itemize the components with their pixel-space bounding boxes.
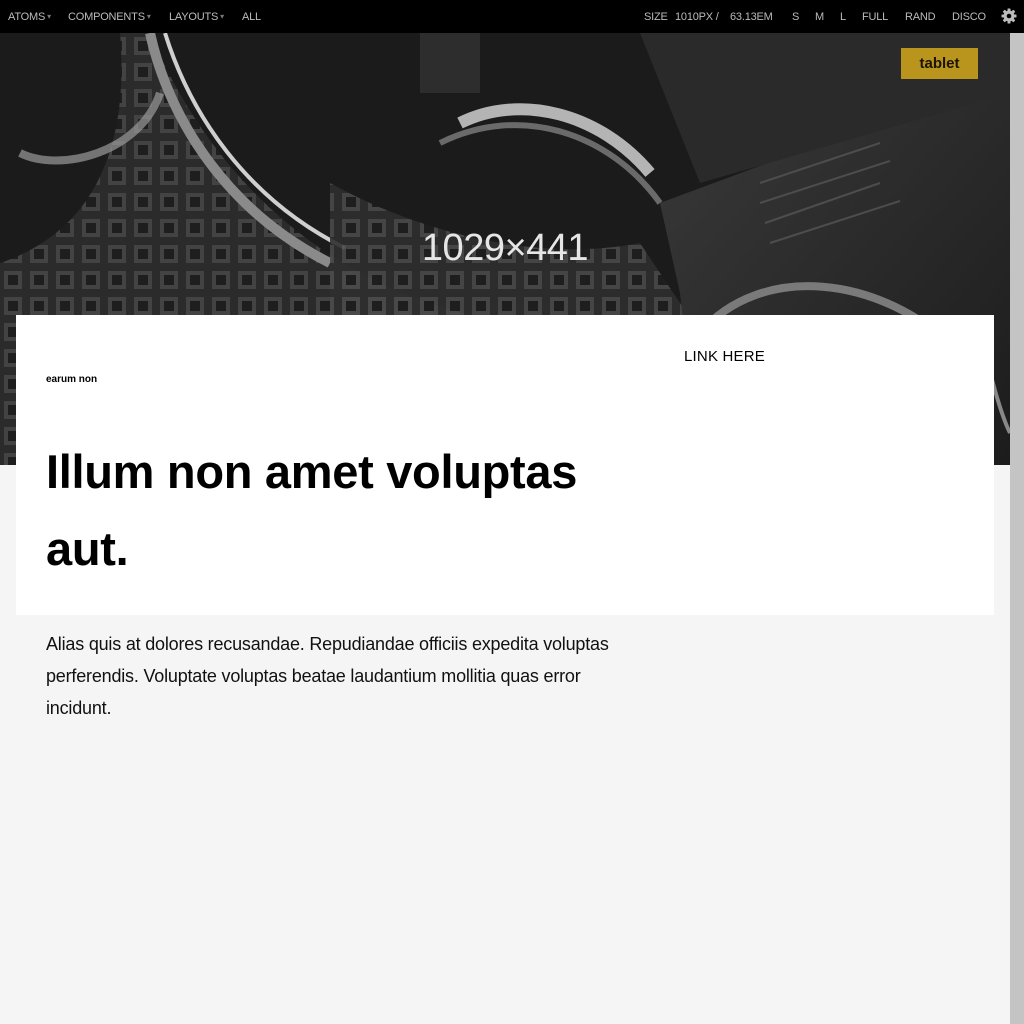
nav-atoms[interactable]: ATOMS ▾ — [8, 11, 51, 23]
nav-all[interactable]: ALL — [242, 11, 261, 23]
size-px-input[interactable]: 1010PX / — [675, 11, 719, 23]
scrollbar[interactable] — [1010, 33, 1024, 1024]
chevron-down-icon: ▾ — [146, 12, 151, 21]
body-line-3: incidunt. — [46, 698, 112, 718]
body-line-2: perferendis. Voluptate voluptas beatae l… — [46, 666, 581, 686]
body-line-1: Alias quis at dolores recusandae. Repudi… — [46, 634, 609, 654]
image-dimensions-label: 1029×441 — [421, 227, 589, 269]
size-label: SIZE — [644, 11, 668, 23]
size-random-button[interactable]: RAND — [905, 11, 936, 23]
nav-layouts[interactable]: LAYOUTS ▾ — [169, 11, 224, 23]
headline-line-2: aut. — [46, 522, 129, 575]
nav-components[interactable]: COMPONENTS ▾ — [68, 11, 151, 23]
link-here[interactable]: LINK HERE — [684, 348, 765, 365]
body-paragraph: Alias quis at dolores recusandae. Repudi… — [46, 628, 656, 724]
chevron-down-icon: ▾ — [47, 12, 51, 21]
size-em-input[interactable]: 63.13EM — [730, 11, 773, 23]
headline-line-1: Illum non amet voluptas — [46, 445, 578, 498]
headline: Illum non amet voluptas aut. — [46, 433, 686, 587]
disco-button[interactable]: DISCO — [952, 11, 986, 23]
gear-icon[interactable] — [1001, 8, 1017, 24]
content-card: LINK HERE earum non Illum non amet volup… — [16, 315, 994, 615]
chevron-down-icon: ▾ — [220, 12, 224, 21]
top-toolbar: ATOMS ▾ COMPONENTS ▾ LAYOUTS ▾ ALL SIZE 101… — [0, 0, 1024, 33]
size-large-button[interactable]: L — [840, 11, 846, 23]
size-full-button[interactable]: FULL — [862, 11, 888, 23]
nav-atoms-label: ATOMS — [8, 11, 46, 23]
size-small-button[interactable]: S — [792, 11, 799, 23]
eyebrow-label: earum non — [46, 374, 98, 385]
nav-components-label: COMPONENTS — [68, 11, 145, 23]
size-medium-button[interactable]: M — [815, 11, 824, 23]
nav-layouts-label: LAYOUTS — [169, 11, 219, 23]
viewport-badge: tablet — [901, 48, 978, 79]
